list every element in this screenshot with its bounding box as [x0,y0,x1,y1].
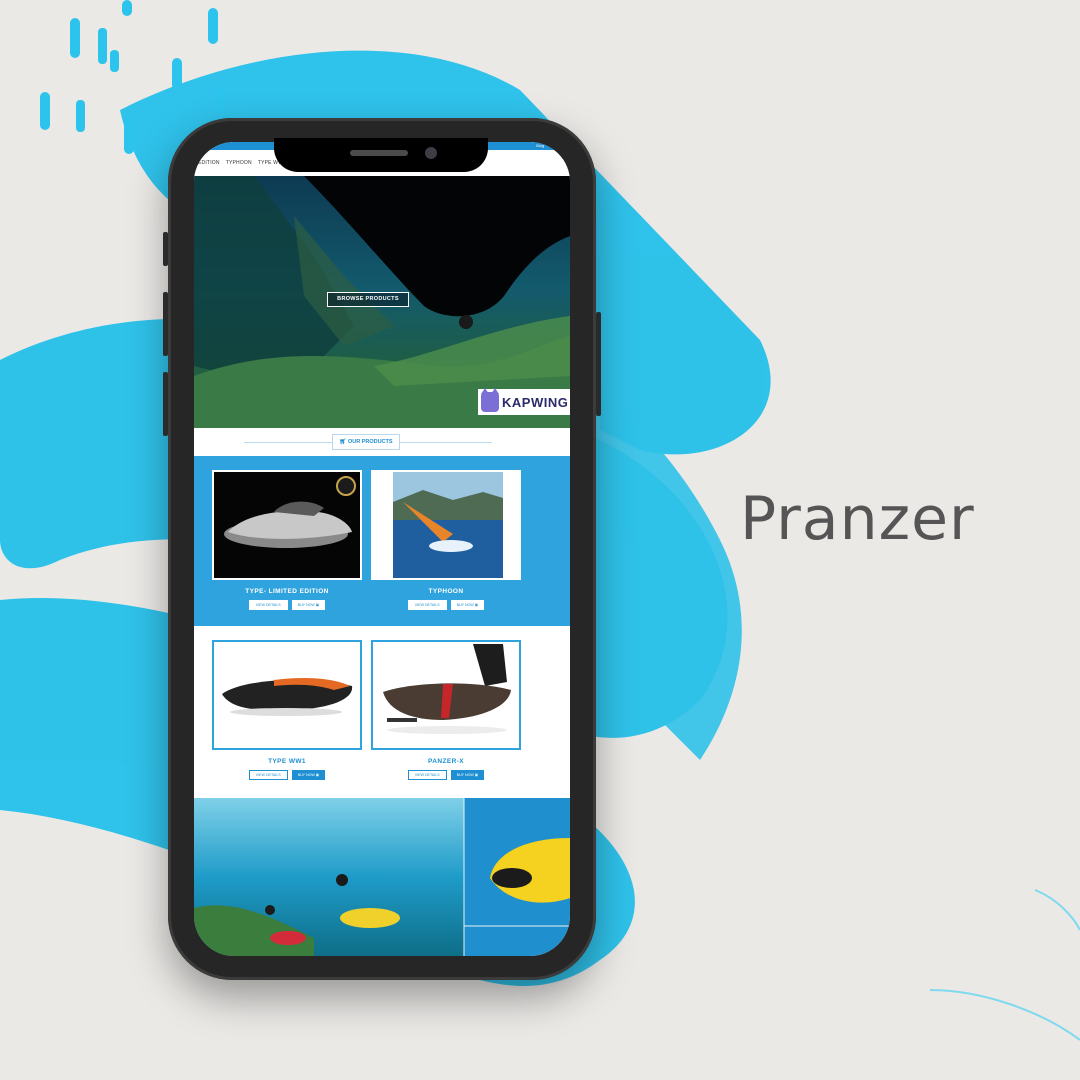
view-details-button[interactable]: VIEW DETAILS [248,770,288,780]
basket-icon: 🛒︎ [339,439,348,445]
product-title-typhoon[interactable]: TYPHOON [371,588,521,595]
our-products-heading: 🛒︎ OUR PRODUCTS [332,434,400,450]
hero-banner: BROWSE PRODUCTS KAPWING [194,176,570,428]
product-title-panzer-x[interactable]: PANZER-X [371,758,521,765]
view-details-button[interactable]: VIEW DETAILS [407,770,447,780]
divider-left [244,442,332,443]
bottom-gallery [194,798,570,956]
buy-now-button[interactable]: BUY NOW ▣ [450,600,485,610]
cart-icon: ▣ [315,603,320,607]
nav-item-typhoon[interactable]: TYPHOON [226,160,252,166]
kapwing-logo-icon [481,388,499,412]
browse-products-button[interactable]: BROWSE PRODUCTS [327,292,409,307]
kapwing-watermark: KAPWING [478,388,570,415]
topbar-link-blog[interactable]: Blog [536,143,544,148]
volume-down-button [163,372,168,436]
kapwing-text: KAPWING [502,394,569,410]
product-image-limited-edition[interactable] [212,470,362,580]
product-image-typhoon[interactable] [371,470,521,580]
power-button [596,312,601,416]
product-image-type-ww1[interactable] [212,640,362,750]
brand-title: Pranzer [740,484,975,554]
earpiece-speaker [350,150,408,156]
silent-switch [163,232,168,266]
phone-screen: Blog Contact EDITION TYPHOON TYPE WW1 P [194,142,570,956]
divider-right [398,442,492,443]
view-details-button[interactable]: VIEW DETAILS [407,600,447,610]
volume-up-button [163,292,168,356]
buy-now-button[interactable]: BUY NOW ▣ [450,770,485,780]
product-title-type-ww1[interactable]: TYPE WW1 [212,758,362,765]
product-image-panzer-x[interactable] [371,640,521,750]
product-title-limited-edition[interactable]: TYPE- LIMITED EDITION [212,588,362,595]
nav-item-edition[interactable]: EDITION [198,160,220,166]
product-row-1: TYPE- LIMITED EDITION TYPHOON VIEW DETAI… [194,456,570,626]
our-products-heading-bar: 🛒︎ OUR PRODUCTS [194,428,570,456]
view-details-button[interactable]: VIEW DETAILS [248,600,288,610]
cart-icon: ▣ [474,773,479,777]
product-row-2: TYPE WW1 PANZER-X VIEW DETAILS BUY NOW ▣… [194,626,570,798]
cart-icon: ▣ [315,773,320,777]
buy-now-button[interactable]: BUY NOW ▣ [291,600,326,610]
cart-icon: ▣ [474,603,479,607]
topbar-link-contact[interactable]: Contact [550,143,564,148]
buy-now-button[interactable]: BUY NOW ▣ [291,770,326,780]
front-camera-icon [425,147,437,159]
